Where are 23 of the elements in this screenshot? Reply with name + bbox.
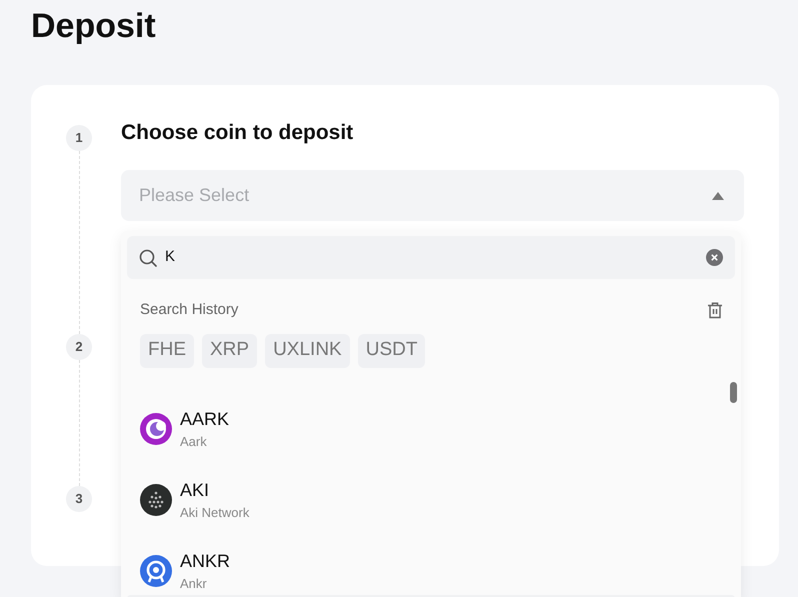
trash-icon[interactable]	[707, 302, 723, 319]
page-title: Deposit	[31, 6, 157, 47]
step-number: 1	[66, 125, 92, 151]
search-icon	[139, 248, 157, 266]
step-number: 2	[66, 334, 92, 360]
history-chip[interactable]: USDT	[358, 334, 426, 368]
step-title: Choose coin to deposit	[121, 120, 354, 146]
history-chip[interactable]: UXLINK	[265, 334, 350, 368]
section-label: Search History	[140, 300, 238, 320]
coin-option[interactable]: AKI Aki Network	[127, 464, 735, 536]
ring-logo-icon	[140, 413, 172, 445]
history-chip[interactable]: XRP	[202, 334, 258, 368]
search-bar[interactable]: K	[127, 236, 735, 279]
caret-icon	[712, 192, 724, 200]
clear-icon[interactable]	[706, 249, 723, 266]
step-number: 3	[66, 486, 92, 512]
search-field[interactable]: K	[165, 246, 698, 269]
history-chip[interactable]: FHE	[140, 334, 194, 368]
scrollbar-thumb[interactable]	[730, 382, 737, 403]
dotted-logo-icon	[140, 484, 172, 516]
eye-logo-icon	[140, 555, 172, 587]
coin-option[interactable]: AARK Aark	[127, 394, 735, 464]
coin-option[interactable]: ANKR Ankr	[127, 536, 735, 597]
